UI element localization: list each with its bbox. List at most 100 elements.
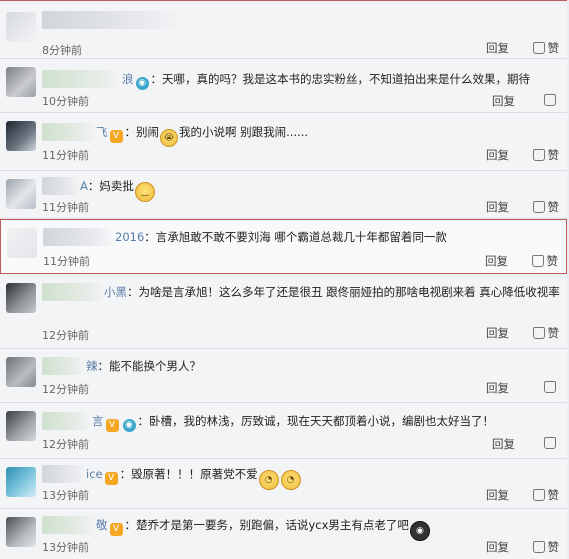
like-button[interactable]: 赞 bbox=[531, 253, 559, 269]
avatar[interactable] bbox=[6, 283, 36, 313]
reply-button[interactable]: 回复 bbox=[492, 436, 515, 452]
comment-text: ：楚乔才是第一要务，别跑偏，话说ycx男主有点老了吧 bbox=[124, 518, 409, 532]
username[interactable]: 辣 bbox=[86, 359, 98, 373]
crying-emoji-icon: 😭 bbox=[160, 129, 178, 147]
reply-button[interactable]: 回复 bbox=[486, 487, 509, 503]
reply-button[interactable]: 回复 bbox=[492, 93, 515, 109]
reply-button[interactable]: 回复 bbox=[485, 253, 508, 269]
avatar[interactable] bbox=[6, 121, 36, 151]
thumbs-up-icon bbox=[532, 327, 545, 339]
like-button[interactable]: 赞 bbox=[532, 199, 560, 215]
like-button[interactable] bbox=[544, 436, 559, 450]
timestamp: 12分钟前 bbox=[42, 438, 89, 451]
comment-text: ：别闹 bbox=[124, 125, 160, 139]
comment-body: 辣：能不能换个男人？ bbox=[42, 357, 561, 375]
comment-feed: 8分钟前 回复 赞 浪 ◉ ：天哪，真的吗？我是这本书的忠实粉丝，不知道拍出来是什么… bbox=[0, 0, 569, 559]
comment-text-2: 我的小说啊 别跟我闹...... bbox=[179, 125, 309, 139]
comment-body: 浪 ◉ ：天哪，真的吗？我是这本书的忠实粉丝，不知道拍出来是什么效果，期待 bbox=[42, 70, 561, 90]
eye-badge-icon: ◉ bbox=[135, 77, 149, 90]
comment-item-highlighted: 2016：言承旭敢不敢不要刘海 哪个霸道总裁几十年都留着同一款 11分钟前 回复… bbox=[0, 219, 567, 274]
username[interactable]: 2016 bbox=[115, 230, 144, 244]
like-label: 赞 bbox=[547, 326, 560, 340]
reply-button[interactable]: 回复 bbox=[486, 40, 509, 56]
like-button[interactable]: 赞 bbox=[532, 147, 560, 163]
thumbs-up-icon bbox=[544, 437, 556, 449]
username[interactable]: 小黑 bbox=[104, 285, 127, 299]
username[interactable]: 敬 bbox=[96, 518, 108, 532]
thumbs-up-icon bbox=[532, 541, 545, 553]
timestamp: 11分钟前 bbox=[42, 201, 89, 214]
vip-badge-icon: V bbox=[105, 419, 119, 432]
comment-item: 敬 V ：楚乔才是第一要务，别跑偏，话说ycx男主有点老了吧 ◉ 13分钟前 回复 赞 bbox=[0, 509, 567, 559]
comment-item: 辣：能不能换个男人？ 12分钟前 回复 bbox=[0, 349, 567, 403]
dizzy-emoji-icon: ◔ bbox=[258, 470, 279, 490]
comment-text: ：为啥是言承旭！这么多年了还是很丑 跟佟丽娅拍的那啥电视剧来着 真心降低收视率 bbox=[127, 285, 560, 299]
vip-badge-icon: V bbox=[109, 523, 123, 536]
comment-text: ：言承旭敢不敢不要刘海 哪个霸道总裁几十年都留着同一款 bbox=[144, 230, 447, 244]
username[interactable]: 言 bbox=[92, 414, 104, 428]
thumbs-up-icon bbox=[544, 381, 556, 393]
timestamp: 13分钟前 bbox=[42, 489, 89, 502]
comment-item: A：妈卖批 ‿ 11分钟前 回复 赞 bbox=[0, 171, 567, 219]
username[interactable]: ice bbox=[86, 467, 103, 481]
like-label: 赞 bbox=[547, 488, 560, 502]
timestamp: 11分钟前 bbox=[42, 149, 89, 162]
reply-button[interactable]: 回复 bbox=[486, 380, 509, 396]
comment-text: ：天哪，真的吗？我是这本书的忠实粉丝，不知道拍出来是什么效果，期待 bbox=[150, 72, 531, 86]
thumbs-up-icon bbox=[532, 149, 545, 161]
timestamp: 11分钟前 bbox=[43, 255, 90, 268]
thumbs-up-icon bbox=[531, 255, 544, 267]
thumbs-up-icon bbox=[544, 94, 556, 106]
like-label: 赞 bbox=[547, 540, 560, 554]
timestamp: 12分钟前 bbox=[42, 329, 89, 342]
thumbs-up-icon bbox=[532, 489, 545, 501]
timestamp: 13分钟前 bbox=[42, 541, 89, 554]
comment-item: 8分钟前 回复 赞 bbox=[0, 4, 567, 59]
like-button[interactable]: 赞 bbox=[532, 487, 560, 503]
comment-body: 小黑：为啥是言承旭！这么多年了还是很丑 跟佟丽娅拍的那啥电视剧来着 真心降低收视… bbox=[42, 283, 561, 301]
vip-badge-icon: V bbox=[109, 130, 123, 143]
avatar[interactable] bbox=[6, 467, 36, 497]
avatar[interactable] bbox=[6, 179, 36, 209]
avatar[interactable] bbox=[6, 12, 36, 42]
thumbs-up-icon bbox=[532, 201, 545, 213]
like-button[interactable]: 赞 bbox=[532, 325, 560, 341]
comment-item: 言 V ◉ ：卧槽，我的林浅，厉致诚，现在天天都顶着小说，编剧也太好当了！ 12分钟前… bbox=[0, 403, 567, 459]
like-label: 赞 bbox=[547, 148, 560, 162]
reply-button[interactable]: 回复 bbox=[486, 199, 509, 215]
reply-button[interactable]: 回复 bbox=[486, 539, 509, 555]
comment-body: 飞 V ：别闹 😭 我的小说啊 别跟我闹...... bbox=[42, 123, 561, 147]
like-label: 赞 bbox=[546, 254, 559, 268]
comment-text: ：妈卖批 bbox=[87, 179, 134, 193]
avatar[interactable] bbox=[6, 517, 36, 547]
smile-emoji-icon: ‿ bbox=[134, 182, 155, 202]
like-button[interactable]: 赞 bbox=[532, 40, 560, 56]
username[interactable]: A bbox=[80, 179, 88, 193]
comment-item: 小黑：为啥是言承旭！这么多年了还是很丑 跟佟丽娅拍的那啥电视剧来着 真心降低收视… bbox=[0, 275, 567, 349]
comment-item: 浪 ◉ ：天哪，真的吗？我是这本书的忠实粉丝，不知道拍出来是什么效果，期待 10分钟… bbox=[0, 59, 567, 113]
avatar[interactable] bbox=[6, 411, 36, 441]
timestamp: 12分钟前 bbox=[42, 383, 89, 396]
username[interactable]: 浪 bbox=[122, 72, 134, 86]
comment-text: ：毁原著！！！原著党不爱 bbox=[119, 467, 258, 481]
like-button[interactable]: 赞 bbox=[532, 539, 560, 555]
comment-item: ice V ：毁原著！！！原著党不爱 ◔ ◔ 13分钟前 回复 赞 bbox=[0, 459, 567, 509]
comment-text: ：卧槽，我的林浅，厉致诚，现在天天都顶着小说，编剧也太好当了！ bbox=[137, 414, 495, 428]
avatar[interactable] bbox=[6, 67, 36, 97]
eye-badge-icon: ◉ bbox=[122, 419, 136, 432]
comment-body: ice V ：毁原著！！！原著党不爱 ◔ ◔ bbox=[42, 465, 561, 490]
timestamp: 8分钟前 bbox=[42, 44, 82, 57]
like-label: 赞 bbox=[547, 41, 560, 55]
comment-body: 2016：言承旭敢不敢不要刘海 哪个霸道总裁几十年都留着同一款 bbox=[43, 228, 560, 246]
reply-button[interactable]: 回复 bbox=[486, 325, 509, 341]
like-label: 赞 bbox=[547, 200, 560, 214]
avatar[interactable] bbox=[7, 228, 37, 258]
username[interactable]: 飞 bbox=[96, 125, 108, 139]
username-blurred[interactable] bbox=[42, 11, 182, 29]
shocked-emoji-icon: ◉ bbox=[409, 521, 430, 541]
like-button[interactable] bbox=[544, 93, 559, 107]
avatar[interactable] bbox=[6, 357, 36, 387]
like-button[interactable] bbox=[544, 380, 559, 394]
timestamp: 10分钟前 bbox=[42, 95, 89, 108]
reply-button[interactable]: 回复 bbox=[486, 147, 509, 163]
